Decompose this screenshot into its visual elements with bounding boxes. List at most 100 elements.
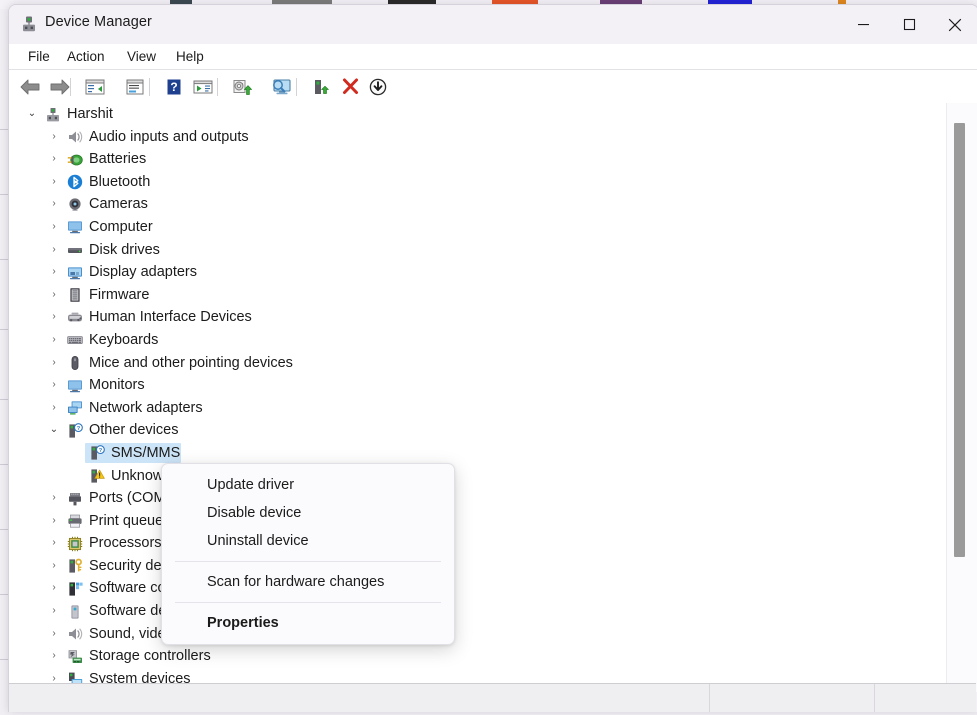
toolbar-separator (70, 78, 71, 96)
update-driver-button[interactable] (229, 74, 255, 99)
tree-item-monitors[interactable]: › Monitors (9, 374, 945, 397)
chevron-right-icon[interactable]: › (47, 600, 61, 623)
software-device-icon (67, 604, 83, 620)
chevron-right-icon[interactable]: › (47, 532, 61, 555)
toolbar: ? (9, 70, 977, 104)
chevron-right-icon[interactable]: › (47, 645, 61, 668)
minimize-button[interactable] (840, 5, 886, 44)
processor-icon (67, 536, 83, 552)
chevron-right-icon[interactable]: › (47, 148, 61, 171)
tree-item-security-devices[interactable]: ›Security devices (9, 555, 945, 578)
title-bar: Device Manager (9, 5, 977, 44)
scrollbar-thumb[interactable] (954, 123, 965, 557)
speaker-icon (67, 129, 83, 145)
tree-item-display-adapters[interactable]: ›Display adapters (9, 261, 945, 284)
chevron-right-icon[interactable]: › (47, 555, 61, 578)
tree-item-label: Monitors (89, 376, 145, 395)
tree-item-network-adapters[interactable]: ›Network adapters (9, 397, 945, 420)
device-manager-window: Device Manager File Action View Help (8, 4, 977, 712)
tree-item-harshit[interactable]: ⌄Harshit (9, 103, 945, 126)
chevron-down-icon[interactable]: ⌄ (47, 419, 61, 442)
tree-item-other-devices[interactable]: ⌄? Other devices (9, 419, 945, 442)
mouse-icon (67, 355, 83, 371)
properties-button[interactable] (122, 74, 148, 99)
tree-item-cameras[interactable]: ›Cameras (9, 193, 945, 216)
context-menu-item-uninstall-device[interactable]: Uninstall device (162, 527, 454, 555)
battery-icon (67, 152, 83, 168)
context-menu-item-properties[interactable]: Properties (162, 609, 454, 637)
tree-item-software-components[interactable]: ›Software components (9, 577, 945, 600)
tree-item-label: Processors (89, 534, 162, 553)
monitor-icon (67, 219, 83, 235)
menu-view[interactable]: View (122, 44, 161, 69)
toolbar-separator (217, 78, 218, 96)
uninstall-device-button[interactable] (337, 74, 363, 99)
tree-item-firmware[interactable]: ›Firmware (9, 284, 945, 307)
chevron-right-icon[interactable]: › (47, 126, 61, 149)
speaker-icon (67, 626, 83, 642)
tree-item-audio-inputs-and-outputs[interactable]: ›Audio inputs and outputs (9, 126, 945, 149)
context-menu-item-disable-device[interactable]: Disable device (162, 499, 454, 527)
storage-controller-icon (67, 649, 83, 665)
port-icon (67, 491, 83, 507)
tree-item-label: Mice and other pointing devices (89, 354, 293, 373)
chevron-right-icon[interactable]: › (47, 216, 61, 239)
scan-hardware-changes-button[interactable] (268, 74, 294, 99)
context-menu-item-scan-for-hardware-changes[interactable]: Scan for hardware changes (162, 568, 454, 596)
back-button[interactable] (17, 74, 43, 99)
show-hide-action-pane-button[interactable] (190, 74, 216, 99)
chevron-right-icon[interactable]: › (47, 374, 61, 397)
tree-item-mice-and-other-pointing-devices[interactable]: › Mice and other pointing devices (9, 352, 945, 375)
tree-item-sms-mms[interactable]: ?SMS/MMS (9, 442, 945, 465)
device-tree-pane[interactable]: ⌄Harshit›Audio inputs and outputs›Batter… (9, 103, 976, 692)
chevron-right-icon[interactable]: › (47, 306, 61, 329)
chevron-right-icon[interactable]: › (47, 623, 61, 646)
tree-item-label: Computer (89, 218, 153, 237)
disable-device-button[interactable] (365, 74, 391, 99)
menu-file[interactable]: File (23, 44, 55, 69)
show-hide-console-tree-button[interactable] (82, 74, 108, 99)
chevron-down-icon[interactable]: ⌄ (25, 103, 39, 126)
tree-item-ports-com-lpt[interactable]: ›Ports (COM & LPT) (9, 487, 945, 510)
svg-text:?: ? (99, 448, 103, 454)
chevron-right-icon[interactable]: › (47, 397, 61, 420)
chevron-right-icon[interactable]: › (47, 329, 61, 352)
chevron-right-icon[interactable]: › (47, 487, 61, 510)
menu-action[interactable]: Action (62, 44, 110, 69)
tree-item-sound-video-and-game-controllers[interactable]: ›Sound, video and game controllers (9, 623, 945, 646)
context-menu-item-update-driver[interactable]: Update driver (162, 471, 454, 499)
chevron-right-icon[interactable]: › (47, 261, 61, 284)
chevron-right-icon[interactable]: › (47, 193, 61, 216)
maximize-button[interactable] (886, 5, 932, 44)
tree-item-keyboards[interactable]: ›Keyboards (9, 329, 945, 352)
enable-device-button[interactable] (308, 74, 334, 99)
tree-item-human-interface-devices[interactable]: ›Human Interface Devices (9, 306, 945, 329)
tree-item-disk-drives[interactable]: › Disk drives (9, 239, 945, 262)
chevron-right-icon[interactable]: › (47, 577, 61, 600)
status-bar (9, 683, 976, 712)
chevron-right-icon[interactable]: › (47, 352, 61, 375)
chevron-right-icon[interactable]: › (47, 171, 61, 194)
tree-item-print-queues[interactable]: ›Print queues (9, 510, 945, 533)
gamepad-icon (67, 310, 83, 326)
tree-item-storage-controllers[interactable]: ›Storage controllers (9, 645, 945, 668)
security-device-icon (67, 558, 83, 574)
close-button[interactable] (932, 5, 977, 44)
vertical-scrollbar[interactable] (946, 103, 977, 692)
context-menu[interactable]: Update driverDisable deviceUninstall dev… (161, 463, 455, 645)
tree-item-computer[interactable]: › Computer (9, 216, 945, 239)
tree-item-label: Disk drives (89, 241, 160, 260)
tree-item-processors[interactable]: › Processors (9, 532, 945, 555)
warning-device-icon (89, 468, 105, 484)
tree-item-label: Other devices (89, 421, 178, 440)
chevron-right-icon[interactable]: › (47, 239, 61, 262)
chevron-right-icon[interactable]: › (47, 510, 61, 533)
tree-item-batteries[interactable]: ›Batteries (9, 148, 945, 171)
unknown-device-icon: ? (67, 423, 83, 439)
chevron-right-icon[interactable]: › (47, 284, 61, 307)
help-button[interactable]: ? (161, 74, 187, 99)
tree-item-software-devices[interactable]: ›Software devices (9, 600, 945, 623)
menu-help[interactable]: Help (171, 44, 209, 69)
tree-item-bluetooth[interactable]: ›Bluetooth (9, 171, 945, 194)
tree-item-unknown-device[interactable]: Unknown device (9, 465, 945, 488)
